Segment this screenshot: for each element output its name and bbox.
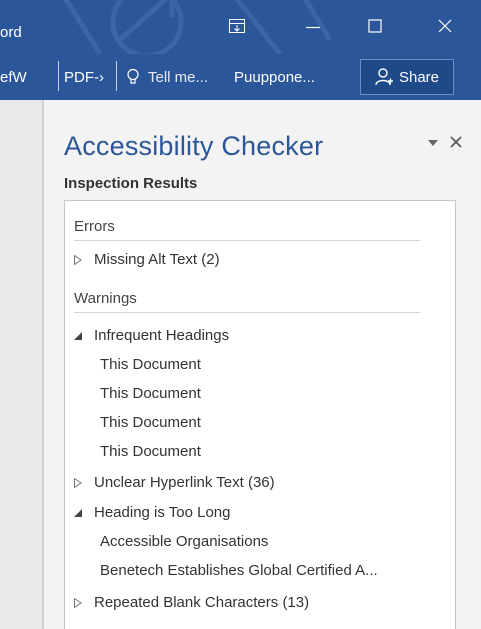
maximize-button[interactable] xyxy=(358,13,392,39)
issue-location-item[interactable]: This Document xyxy=(100,440,201,464)
user-account[interactable]: Puuppone... xyxy=(234,54,315,100)
document-area[interactable] xyxy=(0,100,42,629)
issue-location-item[interactable]: This Document xyxy=(100,353,201,377)
issue-label: Missing Alt Text (2) xyxy=(94,251,220,268)
ribbon-bar: efW PDF-› Tell me... Puuppone... Share xyxy=(0,54,481,100)
issue-infrequent-headings[interactable]: Infrequent Headings xyxy=(74,324,229,348)
issue-missing-alt-text[interactable]: Missing Alt Text (2) xyxy=(74,248,220,272)
inspection-results-list[interactable]: Errors Missing Alt Text (2) Warnings Inf… xyxy=(64,200,456,629)
ribbon-display-options-button[interactable] xyxy=(220,13,254,39)
ribbon-tab-pdf[interactable]: PDF-› xyxy=(64,54,104,100)
maximize-icon xyxy=(368,19,382,33)
expand-icon[interactable] xyxy=(74,591,94,615)
pane-title: Accessibility Checker xyxy=(64,131,324,161)
close-icon xyxy=(438,19,452,33)
ribbon-separator xyxy=(116,61,117,91)
issue-label: Heading is Too Long xyxy=(94,504,231,521)
share-person-icon xyxy=(375,68,393,86)
collapse-icon[interactable] xyxy=(74,324,94,348)
pane-close-button[interactable] xyxy=(448,134,464,150)
issue-label: Unclear Hyperlink Text (36) xyxy=(94,474,275,491)
collapse-icon[interactable] xyxy=(74,501,94,525)
tell-me-label: Tell me... xyxy=(148,68,209,86)
tell-me-search[interactable]: Tell me... xyxy=(126,54,208,100)
accessibility-checker-pane: Accessibility Checker Inspection Results… xyxy=(44,100,481,629)
pane-options-button[interactable] xyxy=(426,136,440,150)
close-icon xyxy=(450,136,462,148)
inspection-results-heading: Inspection Results xyxy=(64,175,198,192)
issue-location-item[interactable]: This Document xyxy=(100,411,201,435)
issue-heading-too-long[interactable]: Heading is Too Long xyxy=(74,501,231,525)
ribbon-tab-efw[interactable]: efW xyxy=(0,54,27,100)
minimize-button[interactable] xyxy=(296,13,330,39)
section-errors-heading: Errors xyxy=(74,217,420,241)
issue-label: Repeated Blank Characters (13) xyxy=(94,594,310,611)
share-label: Share xyxy=(398,68,440,86)
title-bar: ord xyxy=(0,0,481,54)
minimize-icon xyxy=(306,26,320,29)
close-window-button[interactable] xyxy=(428,13,462,39)
issue-location-item[interactable]: This Document xyxy=(100,382,201,406)
issue-location-item[interactable]: Accessible Organisations xyxy=(100,530,268,554)
issue-location-item[interactable]: Benetech Establishes Global Certified A.… xyxy=(100,559,378,583)
issue-label: Infrequent Headings xyxy=(94,327,230,344)
section-warnings-heading: Warnings xyxy=(74,289,420,313)
issue-unclear-hyperlink-text[interactable]: Unclear Hyperlink Text (36) xyxy=(74,471,275,495)
lightbulb-icon xyxy=(127,68,139,84)
expand-icon[interactable] xyxy=(74,248,94,272)
chevron-down-icon xyxy=(428,140,438,146)
ribbon-separator xyxy=(58,61,59,91)
expand-icon[interactable] xyxy=(74,471,94,495)
app-name: ord xyxy=(0,24,22,41)
ribbon-display-options-icon xyxy=(229,19,245,33)
issue-repeated-blank-characters[interactable]: Repeated Blank Characters (13) xyxy=(74,591,309,615)
share-button[interactable]: Share xyxy=(360,59,454,95)
